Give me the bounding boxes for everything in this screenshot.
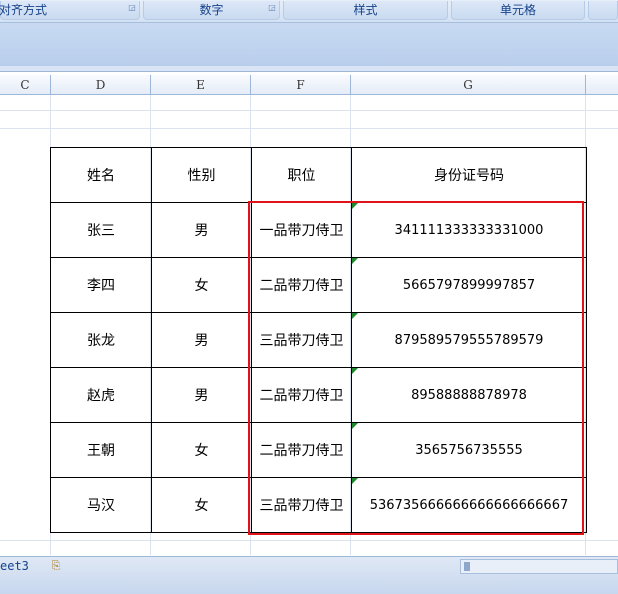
column-header-h[interactable] (586, 75, 618, 95)
formula-bar-strip[interactable] (0, 66, 618, 71)
dialog-launcher-icon[interactable]: ◲ (268, 4, 276, 12)
ribbon-group-cells[interactable]: 单元格 (451, 1, 585, 20)
data-table: 姓名 性别 职位 身份证号码 张三 男 一品带刀侍卫 3411113333333… (50, 147, 587, 533)
column-label: E (196, 78, 205, 92)
table-row: 张三 男 一品带刀侍卫 341111333333331000 (50, 202, 587, 258)
ribbon-group-editing[interactable] (588, 1, 618, 20)
cell-value: 536735666666666666666667 (369, 497, 569, 513)
ribbon-group-bar: 对齐方式 ◲ 数字 ◲ 样式 单元格 (0, 0, 618, 23)
cell-gender[interactable]: 女 (151, 477, 252, 533)
column-header-c[interactable]: C (0, 75, 51, 95)
cell-gender[interactable]: 男 (151, 202, 252, 258)
column-label: G (463, 78, 473, 92)
gridline (0, 110, 618, 111)
ribbon-group-alignment[interactable]: 对齐方式 ◲ (0, 1, 140, 20)
ribbon-group-label: 对齐方式 (0, 3, 48, 17)
cell-name[interactable]: 赵虎 (50, 367, 152, 423)
header-cell-position[interactable]: 职位 (251, 147, 352, 203)
table-header-row: 姓名 性别 职位 身份证号码 (50, 147, 587, 203)
cell-id-number[interactable]: 879589579555789579 (351, 312, 587, 368)
cell-name[interactable]: 张龙 (50, 312, 152, 368)
header-cell-name[interactable]: 姓名 (50, 147, 152, 203)
cell-value: 341111333333331000 (394, 222, 544, 238)
ribbon-group-number[interactable]: 数字 ◲ (143, 1, 280, 20)
cell-gender[interactable]: 女 (151, 257, 252, 313)
column-header-f[interactable]: F (251, 75, 351, 95)
cell-name[interactable]: 王朝 (50, 422, 152, 478)
cell-id-number[interactable]: 89588888878978 (351, 367, 587, 423)
table-row: 李四 女 二品带刀侍卫 5665797899997857 (50, 257, 587, 313)
cell-value: 879589579555789579 (394, 332, 544, 348)
cell-name[interactable]: 李四 (50, 257, 152, 313)
cell-name[interactable]: 马汉 (50, 477, 152, 533)
column-label: F (296, 78, 305, 92)
text-number-indicator-icon (352, 203, 358, 209)
text-number-indicator-icon (352, 368, 358, 374)
ribbon-group-styles[interactable]: 样式 (283, 1, 448, 20)
insert-sheet-icon[interactable]: ⎘ (46, 558, 66, 573)
cell-id-number[interactable]: 5665797899997857 (351, 257, 587, 313)
table-row: 赵虎 男 二品带刀侍卫 89588888878978 (50, 367, 587, 423)
cell-gender[interactable]: 女 (151, 422, 252, 478)
cell-value: 5665797899997857 (402, 277, 536, 293)
cell-position[interactable]: 二品带刀侍卫 (251, 257, 352, 313)
header-cell-id-number[interactable]: 身份证号码 (351, 147, 587, 203)
cell-position[interactable]: 三品带刀侍卫 (251, 312, 352, 368)
header-cell-gender[interactable]: 性别 (151, 147, 252, 203)
text-number-indicator-icon (352, 313, 358, 319)
dialog-launcher-icon[interactable]: ◲ (128, 4, 136, 12)
table-row: 王朝 女 二品带刀侍卫 3565756735555 (50, 422, 587, 478)
cell-position[interactable]: 二品带刀侍卫 (251, 367, 352, 423)
column-header-g[interactable]: G (351, 75, 586, 95)
cell-value: 3565756735555 (415, 442, 523, 458)
column-header-d[interactable]: D (51, 75, 151, 95)
sheet-tab-sheet3[interactable]: eet3 (0, 558, 35, 575)
cell-id-number[interactable]: 341111333333331000 (351, 202, 587, 258)
ribbon-group-label: 样式 (353, 3, 378, 17)
text-number-indicator-icon (352, 423, 358, 429)
horizontal-scrollbar[interactable] (460, 559, 618, 574)
cell-position[interactable]: 一品带刀侍卫 (251, 202, 352, 258)
column-header-e[interactable]: E (151, 75, 251, 95)
cell-position[interactable]: 二品带刀侍卫 (251, 422, 352, 478)
text-number-indicator-icon (352, 258, 358, 264)
cell-value: 89588888878978 (411, 387, 527, 403)
column-label: D (95, 78, 106, 92)
cell-position[interactable]: 三品带刀侍卫 (251, 477, 352, 533)
table-row: 张龙 男 三品带刀侍卫 879589579555789579 (50, 312, 587, 368)
formula-bar-area (0, 23, 618, 72)
gridline (0, 540, 618, 541)
ribbon-group-label: 单元格 (499, 3, 536, 17)
cell-name[interactable]: 张三 (50, 202, 152, 258)
ribbon-group-label: 数字 (199, 3, 224, 17)
table-row: 马汉 女 三品带刀侍卫 536735666666666666666667 (50, 477, 587, 533)
scrollbar-thumb[interactable] (464, 562, 470, 571)
column-label: C (20, 78, 30, 92)
cell-gender[interactable]: 男 (151, 312, 252, 368)
text-number-indicator-icon (352, 478, 358, 484)
cell-id-number[interactable]: 3565756735555 (351, 422, 587, 478)
gridline (0, 128, 618, 129)
cell-id-number[interactable]: 536735666666666666666667 (351, 477, 587, 533)
cell-gender[interactable]: 男 (151, 367, 252, 423)
